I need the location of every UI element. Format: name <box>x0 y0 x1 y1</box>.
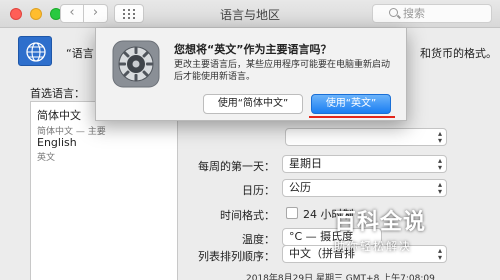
system-preferences-gear-icon <box>112 40 160 88</box>
24-hour-checkbox[interactable] <box>286 207 298 219</box>
forward-button[interactable]: › <box>84 4 108 23</box>
window-title: 语言与地区 <box>219 8 280 22</box>
minimize-window-button[interactable] <box>30 8 42 20</box>
flag-icon <box>18 36 52 66</box>
header-description-end: 和货币的格式。 <box>420 47 497 60</box>
chevron-updown-icon: ▴ ▾ <box>437 156 442 172</box>
grid-icon <box>123 9 125 11</box>
chevron-updown-icon: ▴ ▾ <box>437 180 442 196</box>
first-day-label: 每周的第一天： <box>198 160 275 173</box>
temperature-label: 温度： <box>242 233 275 246</box>
dialog-message: 更改主要语言后，某些应用程序可能要在电脑重新启动后才能使用新语言。 <box>174 60 391 82</box>
search-placeholder: 搜索 <box>403 7 425 20</box>
watermark-title: 百科全说 <box>334 210 427 235</box>
use-english-button[interactable]: 使用“英文” <box>311 94 391 114</box>
preferred-languages-label: 首选语言： <box>30 87 85 100</box>
language-name: English <box>37 136 77 149</box>
close-window-button[interactable] <box>10 8 22 20</box>
language-change-dialog: 您想将“英文”作为主要语言吗？ 更改主要语言后，某些应用程序可能要在电脑重新启动… <box>95 28 407 121</box>
list-item[interactable]: English 英文 <box>37 136 77 163</box>
use-chinese-button[interactable]: 使用“简体中文” <box>203 94 303 114</box>
calendar-popup[interactable]: 公历 ▴ ▾ <box>282 179 447 197</box>
back-button[interactable]: ‹ <box>60 4 84 23</box>
region-popup[interactable]: ▴ ▾ <box>285 128 447 146</box>
sort-order-label: 列表排列顺序： <box>198 250 275 263</box>
dialog-title: 您想将“英文”作为主要语言吗？ <box>174 43 332 56</box>
show-all-button[interactable] <box>114 4 144 23</box>
time-format-label: 时间格式： <box>220 209 275 222</box>
chevron-updown-icon: ▴ ▾ <box>437 129 442 145</box>
highlight-underline <box>309 116 395 118</box>
first-day-value: 星期日 <box>289 157 322 170</box>
language-subtitle: 英文 <box>37 153 56 163</box>
first-day-popup[interactable]: 星期日 ▴ ▾ <box>282 155 447 173</box>
date-format-example: 2018年8月29日 星期三 GMT+8 上午7:08:09 <box>246 274 435 280</box>
watermark: 百科全说 助你轻松解决 <box>334 204 454 260</box>
header-description: “语言 <box>66 47 94 60</box>
search-field[interactable]: 搜索 <box>372 4 492 23</box>
watermark-subtitle: 助你轻松解决 <box>334 240 412 253</box>
title-bar: ‹ › 语言与地区 搜索 <box>0 0 500 28</box>
preferred-languages-list[interactable]: 简体中文 简体中文 — 主要 English 英文 <box>30 101 178 280</box>
search-icon <box>389 8 398 17</box>
calendar-label: 日历： <box>242 184 275 197</box>
calendar-value: 公历 <box>289 181 311 194</box>
